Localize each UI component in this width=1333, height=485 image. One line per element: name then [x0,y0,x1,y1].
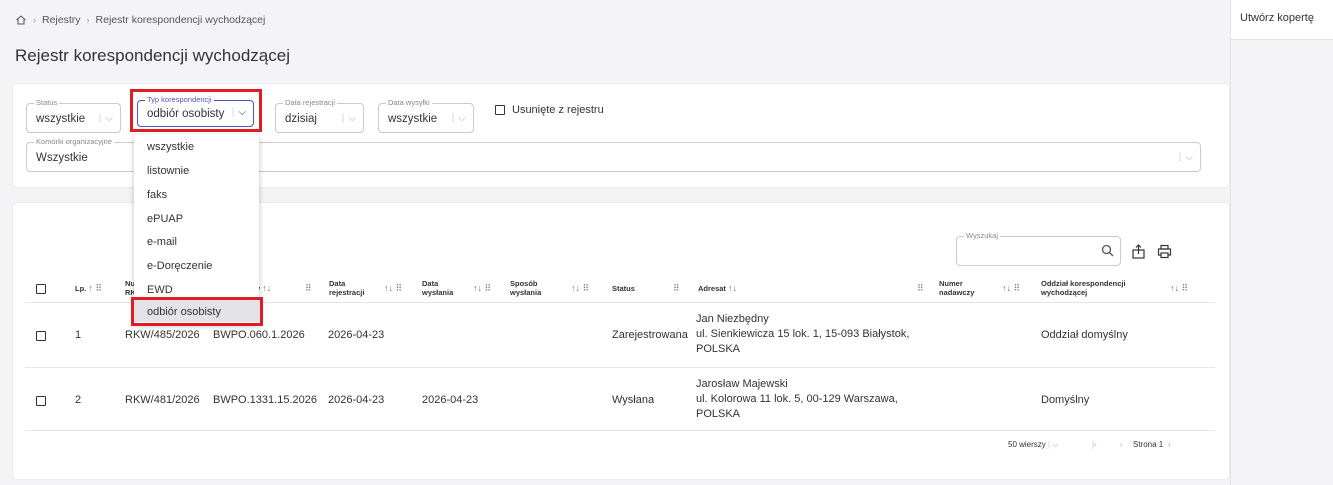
col-sposob-sort[interactable]: ↑↓ ⠿ [571,284,589,293]
col-oddzial[interactable]: Oddział korespondencji wychodzącej [1041,279,1126,297]
next-page-icon[interactable]: › [1168,440,1171,449]
col-znak-drag[interactable]: ⠿ [305,284,312,293]
data-rejestracji-select[interactable]: Data rejestracji dzisiaj | ⌵ [275,98,364,133]
col-status-drag[interactable]: ⠿ [673,284,680,293]
option-e-doreczenie[interactable]: e-Doręczenie [134,254,259,276]
rows-per-page-select[interactable]: 50 wierszy | ⌵ [1008,440,1058,450]
option-wszystkie[interactable]: wszystkie [134,135,259,157]
col-lp[interactable]: Lp. ↑ ⠿ [75,284,102,294]
right-panel: Utwórz kopertę [1230,0,1333,485]
create-envelope-button[interactable]: Utwórz kopertę [1231,0,1333,40]
table-row-oddzial: Oddział domyślny [1041,329,1128,341]
breadcrumb: › Rejestry › Rejestr korespondencji wych… [15,14,265,26]
status-select[interactable]: Status wszystkie | ⌵ [26,98,121,133]
chevron-right-icon: › [86,15,90,25]
search-icon[interactable] [1101,244,1114,257]
table-row-oddzial: Domyślny [1041,394,1090,406]
table-row-status: Wysłana [612,394,655,406]
col-status[interactable]: Status [612,284,635,293]
option-e-mail[interactable]: e-mail [134,230,259,252]
col-data-wyslania[interactable]: Data wysłania [422,279,453,297]
highlight-box [131,297,263,326]
col-oddzial-sort[interactable]: ↑↓ ⠿ [1170,284,1188,293]
table-row-znak: BWPO.060.1.2026 [213,329,305,341]
col-data-rejestracji-sort[interactable]: ↑↓ ⠿ [384,284,402,293]
breadcrumb-rejestry[interactable]: Rejestry [42,14,81,26]
table-row-numer[interactable]: RKW/481/2026 [125,393,200,408]
table-row-data-rej: 2026-04-23 [328,329,385,341]
export-icon[interactable] [1131,244,1146,259]
select-all-checkbox[interactable] [36,284,46,294]
usuniete-checkbox-group[interactable]: Usunięte z rejestru [495,104,604,116]
data-wysylki-select[interactable]: Data wysyłki wszystkie | ⌵ [378,98,474,133]
col-numer-nadawczy[interactable]: Numer nadawczy [939,279,974,297]
page-title: Rejestr korespondencji wychodzącej [15,46,290,65]
col-sposob-wyslania[interactable]: Sposób wysłania [510,279,541,297]
table-row-data-rej: 2026-04-23 [328,394,385,406]
option-epuap[interactable]: ePUAP [134,207,259,229]
table-row-status: Zarejestrowana [612,329,688,341]
home-icon[interactable] [15,14,27,26]
chevron-down-icon: | ⌵ [341,113,356,124]
breadcrumb-current: Rejestr korespondencji wychodzącej [95,14,266,26]
usuniete-checkbox[interactable] [495,105,505,115]
col-data-wyslania-sort[interactable]: ↑↓ ⠿ [473,284,491,293]
divider [25,367,1215,368]
col-adresat-drag[interactable]: ⠿ [917,284,924,293]
table-row-adresat: Jan Niezbędny ul. Sienkiewicza 15 lok. 1… [696,313,910,355]
col-data-rejestracji[interactable]: Data rejestracji [329,279,364,297]
print-icon[interactable] [1157,244,1172,259]
table-row-znak: BWPO.1331.15.2026 [213,394,317,406]
first-page-icon[interactable]: |‹ [1092,440,1097,449]
prev-page-icon[interactable]: ‹ [1120,440,1123,449]
table-row-numer[interactable]: RKW/485/2026 [125,328,200,343]
typ-korespondencji-dropdown: wszystkie listownie faks ePUAP e-mail e-… [134,135,259,324]
search-input[interactable]: Wyszukaj [956,231,1121,266]
main-area: › Rejestry › Rejestr korespondencji wych… [0,0,1230,485]
chevron-down-icon: | ⌵ [98,113,113,124]
highlight-box [130,89,262,132]
row-checkbox[interactable] [36,396,46,406]
divider [25,430,1215,431]
option-listownie[interactable]: listownie [134,159,259,181]
page-indicator: Strona 1 [1133,440,1164,449]
chevron-down-icon: | ⌵ [451,113,466,124]
table-row-adresat: Jarosław Majewski ul. Kolorowa 11 lok. 5… [696,378,898,420]
table-row-data-wys: 2026-04-23 [422,394,479,406]
option-faks[interactable]: faks [134,183,259,205]
col-numer-nadawczy-sort[interactable]: ↑↓ ⠿ [1002,284,1020,293]
table-row-lp: 2 [75,394,82,406]
chevron-down-icon: | ⌵ [1178,152,1193,163]
row-checkbox[interactable] [36,331,46,341]
chevron-right-icon: › [33,15,36,25]
table-row-lp: 1 [75,329,82,341]
col-adresat[interactable]: Adresat ↑↓ [698,284,737,294]
